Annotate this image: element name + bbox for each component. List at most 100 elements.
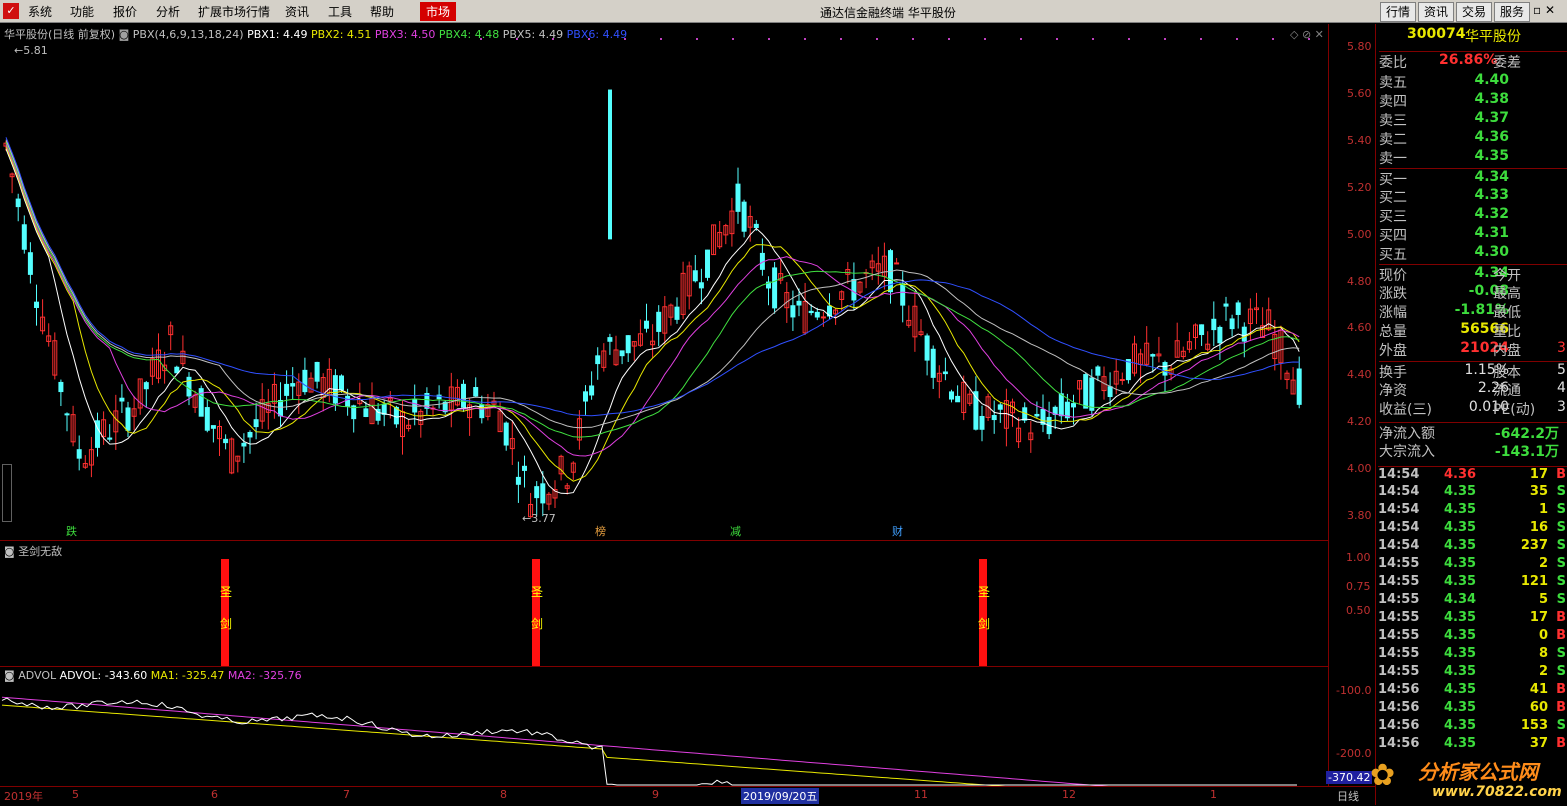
price-tick: 4.60 [1347, 321, 1372, 335]
toolbar-trade-button[interactable]: 交易 [1456, 2, 1493, 22]
weibi-value: 26.86% [1439, 52, 1498, 68]
menu-help[interactable]: 帮助 [370, 3, 394, 20]
advol-toggle-icon[interactable]: ◙ [4, 669, 15, 682]
candle-body [34, 301, 39, 308]
bid-price: 4.32 [1474, 206, 1509, 222]
menu-extended-market[interactable]: 扩展市场行情 [198, 3, 270, 20]
candle-body [1162, 362, 1168, 376]
advol-tick-200: -200.0 [1336, 747, 1372, 760]
tick-time: 14:55 [1378, 574, 1420, 589]
candle-body [64, 413, 70, 416]
price-tick: 4.80 [1347, 274, 1372, 288]
bid-row: 买五 4.30 [1379, 244, 1567, 263]
top-marker [768, 38, 770, 40]
candle-body [210, 425, 216, 429]
date-label-6: 6 [211, 788, 218, 801]
ask-row: 卖五 4.40 [1379, 72, 1567, 91]
tick-volume: 16 [1529, 520, 1548, 535]
indicator-header: ◙ 圣剑无敌 [4, 543, 62, 559]
pbx5-label: PBX5: 4.49 [502, 28, 564, 41]
candle-body [790, 305, 796, 318]
tick-price: 4.35 [1444, 646, 1477, 661]
menu-market[interactable]: 市场 [420, 2, 457, 21]
signal-char-2: 剑 [220, 617, 233, 631]
tick-price: 4.36 [1444, 467, 1477, 482]
candle-body [363, 408, 369, 418]
candle-body [1034, 413, 1040, 417]
candle-body [1150, 354, 1156, 357]
watermark-flower-icon: ✿ [1370, 758, 1396, 793]
menu-system[interactable]: 系统 [28, 3, 52, 20]
price-tick: 5.60 [1347, 87, 1372, 101]
stock-name: 华平股份 [1465, 29, 1521, 45]
pbx3-label: PBX3: 4.50 [374, 28, 436, 41]
app-logo-icon[interactable]: ✓ [3, 3, 19, 19]
advol-panel[interactable]: ◙ ADVOL ADVOL: -343.60 MA1: -325.47 MA2:… [0, 666, 1328, 787]
tick-time: 14:56 [1378, 736, 1420, 751]
candle-body [381, 403, 387, 415]
tick-row: 14:55 4.34 5 S [1378, 592, 1567, 610]
candle-body [1199, 324, 1205, 336]
candle-body [1095, 366, 1101, 376]
indicator-toggle-icon[interactable]: ◙ [4, 545, 15, 558]
low-price-label: ←3.77 [522, 512, 556, 525]
indicator-panel[interactable]: ◙ 圣剑无敌 圣剑 圣剑 圣剑 [0, 540, 1328, 666]
tick-side: S [1556, 718, 1566, 733]
candle-body [698, 282, 704, 289]
advol-chart[interactable] [0, 667, 1328, 787]
period-label[interactable]: 日线 [1337, 788, 1359, 804]
date-label-11: 11 [914, 788, 928, 801]
chart-scroll-handle[interactable] [2, 464, 12, 522]
event-label-list[interactable]: 榜 [595, 523, 606, 539]
tick-row: 14:56 4.35 37 B [1378, 736, 1567, 754]
tick-row: 14:54 4.35 237 S [1378, 538, 1567, 556]
menu-quote[interactable]: 报价 [113, 3, 137, 20]
candle-body [796, 300, 802, 306]
signal-char-1: 圣 [531, 585, 544, 599]
date-label-2019: 2019年 [4, 790, 43, 803]
bid-row: 买四 4.31 [1379, 225, 1567, 244]
tick-volume: 41 [1529, 682, 1548, 697]
date-label-5: 5 [72, 788, 79, 801]
tick-row: 14:55 4.35 121 S [1378, 574, 1567, 592]
candle-body [27, 252, 33, 275]
toolbar-quote-button[interactable]: 行情 [1380, 2, 1417, 22]
event-label-fall[interactable]: 跌 [66, 523, 77, 539]
menu-analysis[interactable]: 分析 [156, 3, 180, 20]
indicator-chart[interactable] [0, 541, 1328, 666]
kline-chart-panel[interactable]: 华平股份(日线 前复权) ◙ PBX(4,6,9,13,18,24) PBX1:… [0, 24, 1328, 539]
stat2-label: 换手 [1379, 365, 1407, 381]
candle-body [1229, 318, 1235, 330]
candle-body [284, 383, 290, 396]
advol-value: ADVOL: -343.60 [59, 669, 148, 682]
stat2-label-2: PE(动) [1493, 402, 1536, 418]
candle-body [619, 350, 625, 357]
ask-row: 卖四 4.38 [1379, 91, 1567, 110]
ask-price: 4.35 [1474, 148, 1509, 164]
indicator-select-icon[interactable]: ◙ [119, 28, 130, 41]
toolbar-service-button[interactable]: 服务 [1494, 2, 1531, 22]
tick-price: 4.35 [1444, 736, 1477, 751]
kline-chart[interactable] [0, 24, 1328, 539]
candle-body [692, 270, 698, 282]
bid-price: 4.33 [1474, 187, 1509, 203]
candle-body [894, 262, 900, 265]
tick-row: 14:55 4.35 17 B [1378, 610, 1567, 628]
tick-time: 14:55 [1378, 664, 1420, 679]
ind-tick-075: 0.75 [1346, 580, 1371, 593]
chart-nav-icons[interactable]: ◇ ⊘ ✕ [1290, 28, 1324, 41]
menu-info[interactable]: 资讯 [285, 3, 309, 20]
event-label-finance[interactable]: 财 [892, 523, 903, 539]
stat-row: 外盘21024内盘3! [1379, 340, 1567, 359]
menu-function[interactable]: 功能 [70, 3, 94, 20]
event-label-reduce[interactable]: 减 [730, 523, 741, 539]
price-tick: 4.40 [1347, 368, 1372, 382]
ma-line [5, 137, 1300, 417]
indicator-name: PBX(4,6,9,13,18,24) [132, 28, 244, 41]
window-controls[interactable]: ▫ ✕ [1533, 3, 1555, 17]
menu-tools[interactable]: 工具 [328, 3, 352, 20]
candle-body [15, 198, 21, 208]
toolbar-info-button[interactable]: 资讯 [1418, 2, 1455, 22]
pbx6-label: PBX6: 4.49 [566, 28, 628, 41]
watermark: ✿ 分析家公式网 www.70822.com [1368, 754, 1567, 805]
